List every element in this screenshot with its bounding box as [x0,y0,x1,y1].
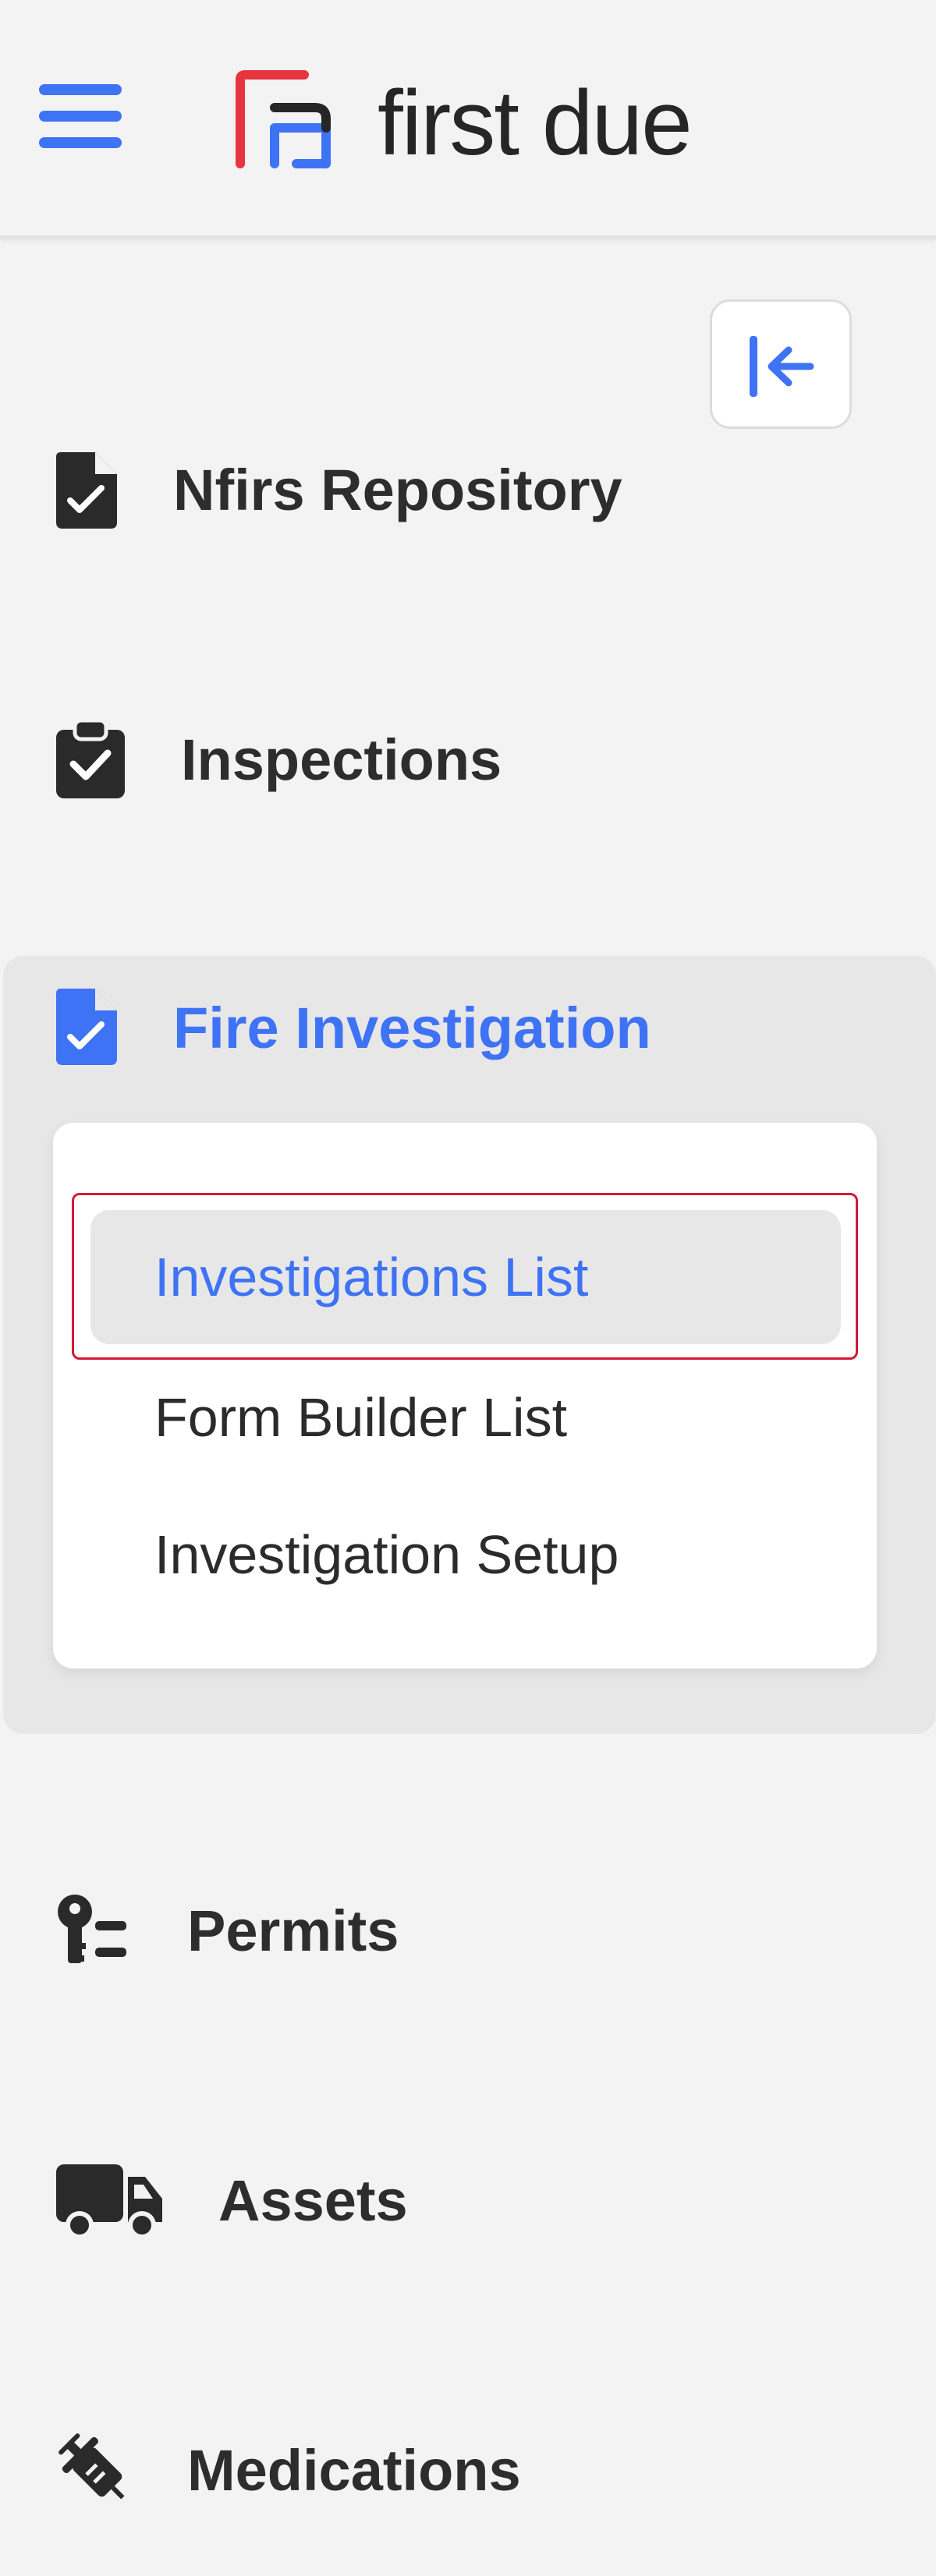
submenu-item-label: Investigation Setup [154,1524,619,1585]
sidebar-item-label: Inspections [181,727,502,792]
sidebar-item-fire-investigation[interactable]: Fire Investigation [0,975,936,1084]
submenu-item-investigation-setup[interactable]: Investigation Setup [90,1488,841,1622]
key-list-icon [58,1895,126,1963]
sidebar-item-label: Nfirs Repository [173,458,622,522]
sidebar-item-label: Permits [187,1898,399,1963]
sidebar-item-label: Assets [218,2168,408,2233]
file-check-icon [56,989,117,1065]
sidebar-item-label: Fire Investigation [173,996,651,1060]
sidebar-item-assets[interactable]: Assets [0,2147,936,2256]
sidebar-item-nfirs-repository[interactable]: Nfirs Repository [0,437,936,546]
fire-investigation-submenu: Investigations List Form Builder List In… [53,1123,877,1668]
first-due-logo-icon [236,70,331,168]
clipboard-check-icon [56,720,125,798]
collapse-left-icon [750,336,814,397]
submenu-item-label: Investigations List [154,1247,589,1307]
sidebar-item-inspections[interactable]: Inspections [0,706,936,816]
truck-icon [56,2164,162,2239]
hamburger-icon[interactable] [39,84,122,150]
sidebar-item-medications[interactable]: Medications [0,2417,936,2526]
sidebar-item-permits[interactable]: Permits [0,1877,936,1987]
app-header: first due [0,0,936,239]
submenu-item-investigations-list[interactable]: Investigations List [90,1210,841,1344]
sidebar-item-label: Medications [187,2438,521,2503]
submenu-item-form-builder-list[interactable]: Form Builder List [90,1350,841,1484]
file-check-icon [56,452,117,529]
submenu-item-label: Form Builder List [154,1387,568,1448]
collapse-sidebar-button[interactable] [710,299,852,429]
syringe-icon [58,2433,125,2500]
brand-name: first due [378,72,693,175]
